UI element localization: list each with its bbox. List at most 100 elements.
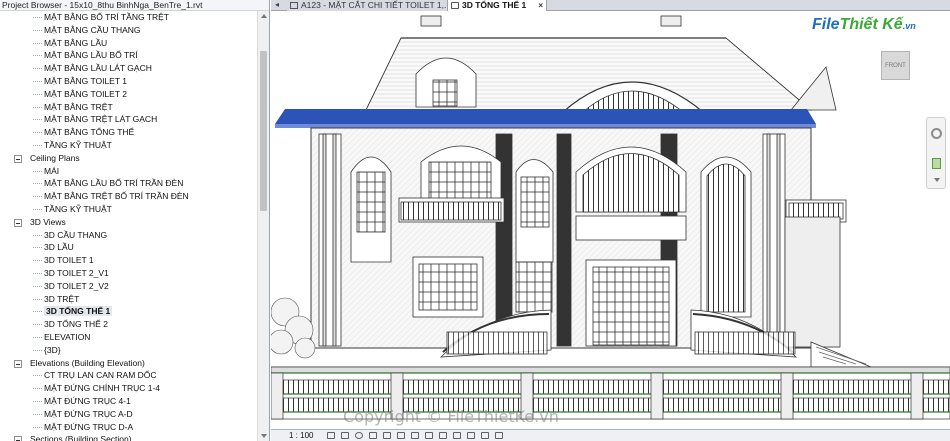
- lock-view-icon[interactable]: [425, 432, 433, 439]
- tree-item-label: MẶT ĐỨNG TRỤC D-A: [44, 421, 134, 432]
- shadows-icon[interactable]: [369, 432, 377, 439]
- tree-item-20[interactable]: 3D TOILET 2_V1: [0, 267, 257, 280]
- project-browser-tree: MẶT BẰNG BỐ TRÍ TẦNG TRỆT MẶT BẰNG CẦU TH…: [0, 11, 257, 441]
- reveal-hidden-icon[interactable]: [453, 432, 461, 439]
- tree-item-10[interactable]: TẦNG KỸ THUẬT: [0, 139, 257, 152]
- tab-label: A123 - MẶT CẮT CHI TIẾT TOILET 1,...: [301, 0, 452, 10]
- filethietke-logo: FileThiết Kế.vn: [812, 16, 916, 34]
- tree-item-18[interactable]: 3D LẦU: [0, 241, 257, 254]
- tab-label: 3D TỔNG THỂ 1: [462, 0, 527, 10]
- tree-item-label: MẶT BẰNG BỐ TRÍ TẦNG TRỆT: [44, 12, 170, 22]
- steering-wheel-icon[interactable]: [931, 128, 942, 139]
- tree-group-11[interactable]: Ceiling Plans: [0, 152, 257, 165]
- tree-item-label: MẶT BẰNG TRỆT BỐ TRÍ TRẦN ĐÈN: [44, 191, 189, 202]
- scroll-down-arrow-icon[interactable]: [261, 434, 267, 438]
- tree-item-3[interactable]: MẶT BẰNG LẦU BỐ TRÍ: [0, 49, 257, 62]
- highlight-displacement-icon[interactable]: [495, 432, 503, 439]
- tree-item-label: ELEVATION: [44, 331, 91, 342]
- tree-item-label: 3D TỔNG THỂ 2: [44, 319, 108, 330]
- facade: [310, 127, 847, 349]
- tree-item-14[interactable]: MẶT BẰNG TRỆT BỐ TRÍ TRẦN ĐÈN: [0, 190, 257, 203]
- scrollbar-thumb[interactable]: [260, 51, 267, 211]
- tree-item-label: MẶT BẰNG TRỆT LÁT GẠCH: [44, 114, 158, 125]
- project-browser-scrollbar[interactable]: [257, 11, 269, 441]
- tree-group-33[interactable]: Sections (Building Section): [0, 433, 257, 441]
- navigation-bar: [926, 117, 946, 189]
- tree-item-label: MẶT ĐỨNG TRỤC A-D: [44, 408, 133, 419]
- tree-item-7[interactable]: MẶT BẰNG TRỆT: [0, 101, 257, 114]
- tree-item-12[interactable]: MÁI: [0, 165, 257, 178]
- 3d-view-icon: [451, 2, 459, 9]
- tree-item-label: MẶT BẰNG TRỆT: [44, 101, 113, 112]
- tree-item-label: MẶT BẰNG TOILET 2: [44, 88, 127, 99]
- tree-item-25[interactable]: ELEVATION: [0, 331, 257, 344]
- rendering-icon[interactable]: [383, 432, 391, 439]
- tree-item-0[interactable]: MẶT BẰNG BỐ TRÍ TẦNG TRỆT: [0, 11, 257, 24]
- tree-item-label: 3D TOILET 1: [44, 255, 94, 266]
- view-scale[interactable]: 1 : 100: [289, 430, 313, 441]
- worksharing-icon[interactable]: [467, 432, 475, 439]
- tree-item-19[interactable]: 3D TOILET 1: [0, 254, 257, 267]
- tree-item-label: 3D CẦU THANG: [44, 229, 108, 240]
- tree-item-label: TẦNG KỸ THUẬT: [44, 203, 112, 214]
- 3d-view-canvas[interactable]: [271, 12, 950, 429]
- tree-item-1[interactable]: MẶT BẰNG CẦU THANG: [0, 24, 257, 37]
- view-control-bar: 1 : 100: [271, 429, 950, 441]
- tree-group-27[interactable]: Elevations (Building Elevation): [0, 357, 257, 370]
- tree-group-16[interactable]: 3D Views: [0, 216, 257, 229]
- detail-level-icon[interactable]: [327, 432, 335, 439]
- tree-item-22[interactable]: 3D TRỆT: [0, 293, 257, 306]
- tab-a123-section[interactable]: A123 - MẶT CẮT CHI TIẾT TOILET 1,...: [287, 0, 457, 11]
- collapse-toggle-icon[interactable]: [14, 154, 22, 163]
- tree-item-6[interactable]: MẶT BẰNG TOILET 2: [0, 88, 257, 101]
- project-browser: Project Browser - 15x10_8thu BinhNga_Ben…: [0, 0, 270, 441]
- chevron-down-icon[interactable]: [934, 178, 940, 182]
- scroll-up-arrow-icon[interactable]: [261, 14, 267, 18]
- tree-item-9[interactable]: MẶT BẰNG TỔNG THỂ: [0, 126, 257, 139]
- tree-item-17[interactable]: 3D CẦU THANG: [0, 229, 257, 242]
- tree-item-label: 3D TRỆT: [44, 293, 80, 304]
- sun-path-icon[interactable]: [355, 432, 363, 439]
- tree-item-label: 3D TOILET 2_V1: [44, 267, 109, 278]
- zoom-icon[interactable]: [932, 158, 941, 169]
- tree-item-8[interactable]: MẶT BẰNG TRỆT LÁT GẠCH: [0, 113, 257, 126]
- collapse-toggle-icon[interactable]: [14, 436, 22, 441]
- tab-scroll-left-icon[interactable]: ◂: [275, 0, 279, 9]
- tree-item-label: MẶT BẰNG CẦU THANG: [44, 24, 141, 35]
- tree-item-label: 3D LẦU: [44, 242, 74, 253]
- tree-item-label: MẶT BẰNG TOILET 1: [44, 75, 127, 86]
- visual-style-icon[interactable]: [341, 432, 349, 439]
- tree-item-label: Elevations (Building Elevation): [30, 357, 145, 368]
- tree-item-21[interactable]: 3D TOILET 2_V2: [0, 280, 257, 293]
- tree-item-28[interactable]: CT TRỤ LAN CAN RAM DỐC: [0, 369, 257, 382]
- tree-item-29[interactable]: MẶT ĐỨNG CHÍNH TRỤC 1-4: [0, 382, 257, 395]
- tree-item-label: 3D TOILET 2_V2: [44, 280, 109, 291]
- tree-item-5[interactable]: MẶT BẰNG TOILET 1: [0, 75, 257, 88]
- temporary-hide-icon[interactable]: [439, 432, 447, 439]
- tree-item-4[interactable]: MẶT BẰNG LẦU LÁT GẠCH: [0, 62, 257, 75]
- tree-item-26[interactable]: {3D}: [0, 344, 257, 357]
- tree-item-24[interactable]: 3D TỔNG THỂ 2: [0, 318, 257, 331]
- tree-item-30[interactable]: MẶT ĐỨNG TRỤC 4-1: [0, 395, 257, 408]
- collapse-toggle-icon[interactable]: [14, 359, 22, 368]
- close-icon[interactable]: ×: [538, 0, 543, 11]
- show-crop-region-icon[interactable]: [411, 432, 419, 439]
- tree-item-13[interactable]: MẶT BẰNG LẦU BỐ TRÍ TRẦN ĐÈN: [0, 177, 257, 190]
- watermark: Copyright © FileThietKe.vn: [343, 407, 559, 426]
- project-browser-title: Project Browser - 15x10_8thu BinhNga_Ben…: [0, 0, 269, 11]
- tree-item-label: MẶT BẰNG LẦU BỐ TRÍ: [44, 50, 138, 61]
- tree-item-15[interactable]: TẦNG KỸ THUẬT: [0, 203, 257, 216]
- tab-3d-tong-the-1[interactable]: 3D TỔNG THỂ 1 ×: [447, 0, 547, 11]
- tree-item-label: Ceiling Plans: [30, 152, 80, 163]
- tree-item-label: MẶT ĐỨNG TRỤC 4-1: [44, 395, 131, 406]
- collapse-toggle-icon[interactable]: [14, 218, 22, 227]
- tree-item-label: Sections (Building Section): [30, 434, 132, 441]
- tree-item-31[interactable]: MẶT ĐỨNG TRỤC A-D: [0, 408, 257, 421]
- selected-cornice: [275, 109, 816, 128]
- tree-item-32[interactable]: MẶT ĐỨNG TRỤC D-A: [0, 421, 257, 434]
- view-cube[interactable]: FRONT: [881, 51, 910, 80]
- crop-view-icon[interactable]: [397, 432, 405, 439]
- analytical-model-icon[interactable]: [481, 432, 489, 439]
- tree-item-2[interactable]: MẶT BẰNG LẦU: [0, 37, 257, 50]
- tree-item-23[interactable]: 3D TỔNG THỂ 1: [0, 305, 257, 318]
